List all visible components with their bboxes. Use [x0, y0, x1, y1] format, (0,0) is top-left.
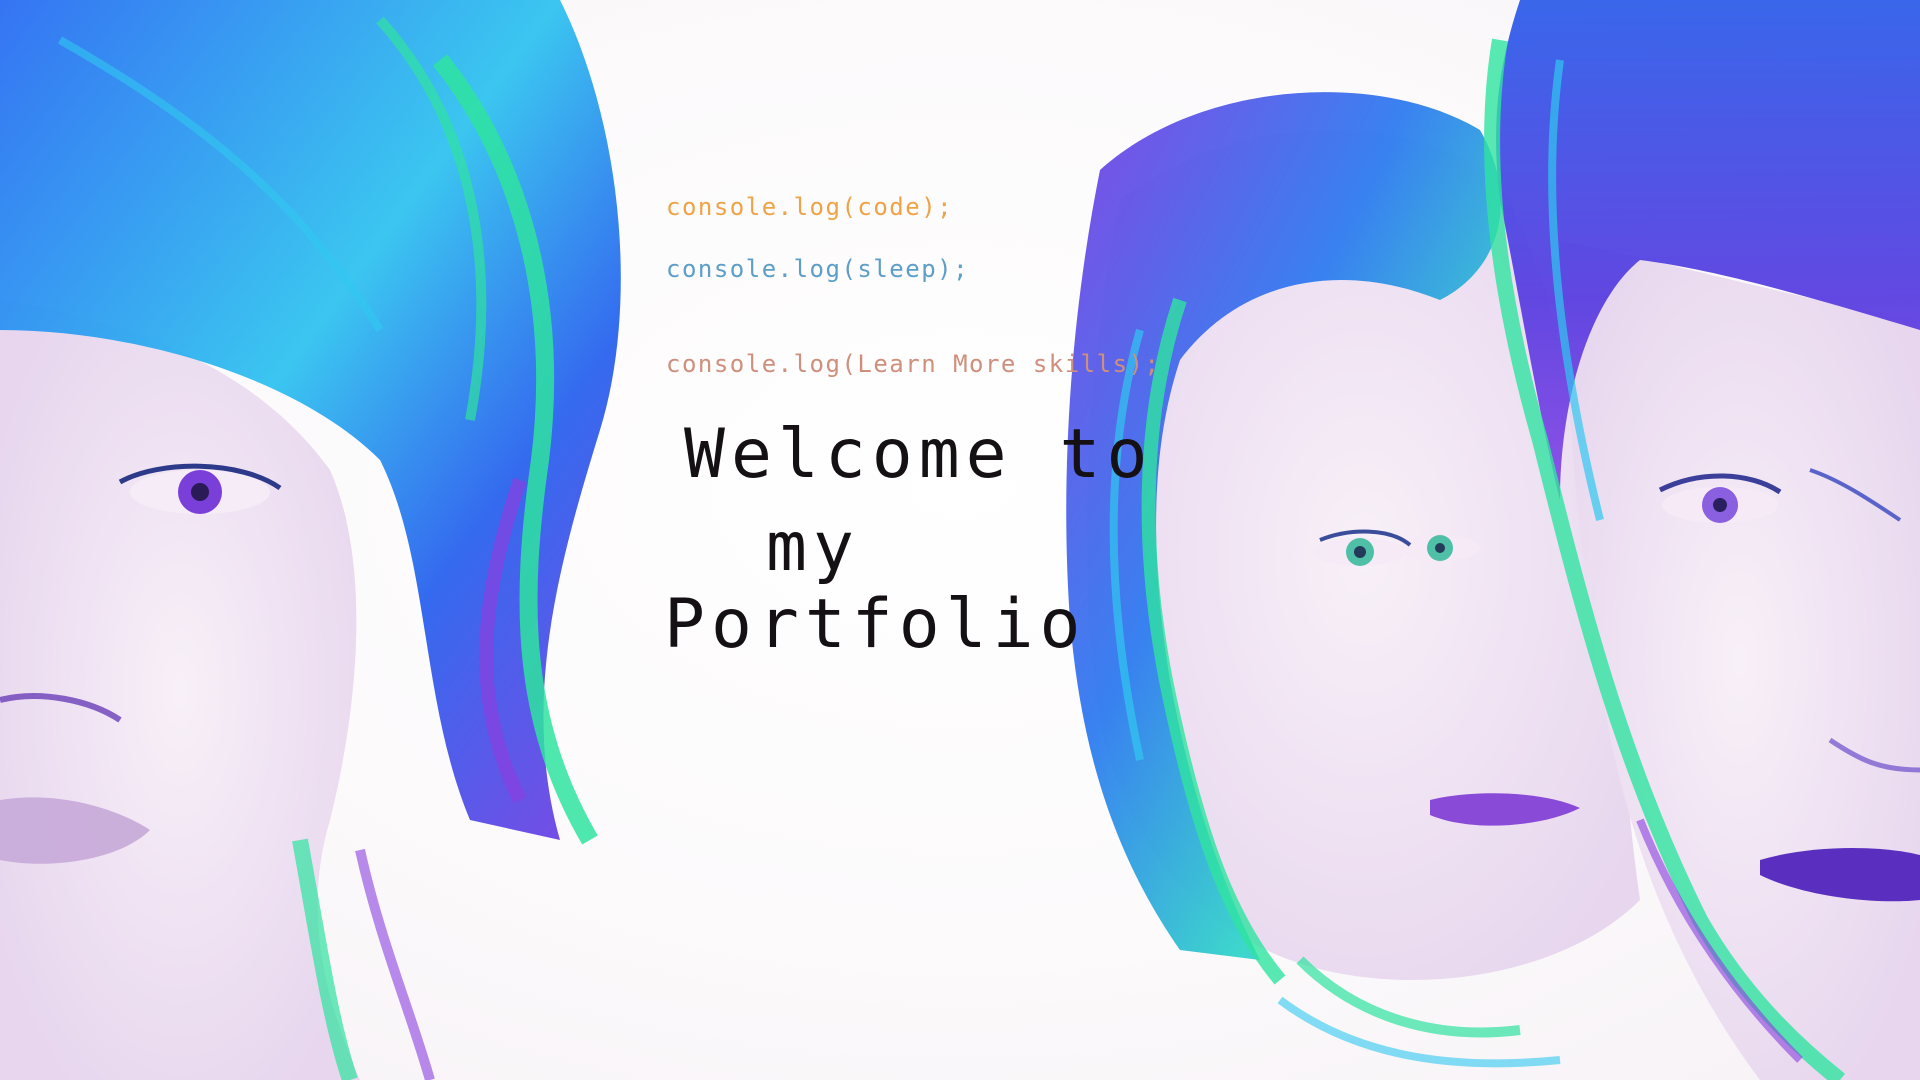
portfolio-hero: console.log(code); console.log(sleep); c…	[0, 0, 1920, 1080]
headline-welcome-to: Welcome to	[684, 415, 1154, 494]
headline-my: my	[766, 508, 860, 587]
left-portrait	[0, 0, 621, 1080]
code-line-learn-more-skills: console.log(Learn More skills);	[666, 350, 1161, 378]
code-line-sleep: console.log(sleep);	[666, 255, 970, 283]
hero-artwork	[0, 0, 1920, 1080]
headline-portfolio: Portfolio	[664, 585, 1087, 664]
code-line-code: console.log(code);	[666, 193, 954, 221]
